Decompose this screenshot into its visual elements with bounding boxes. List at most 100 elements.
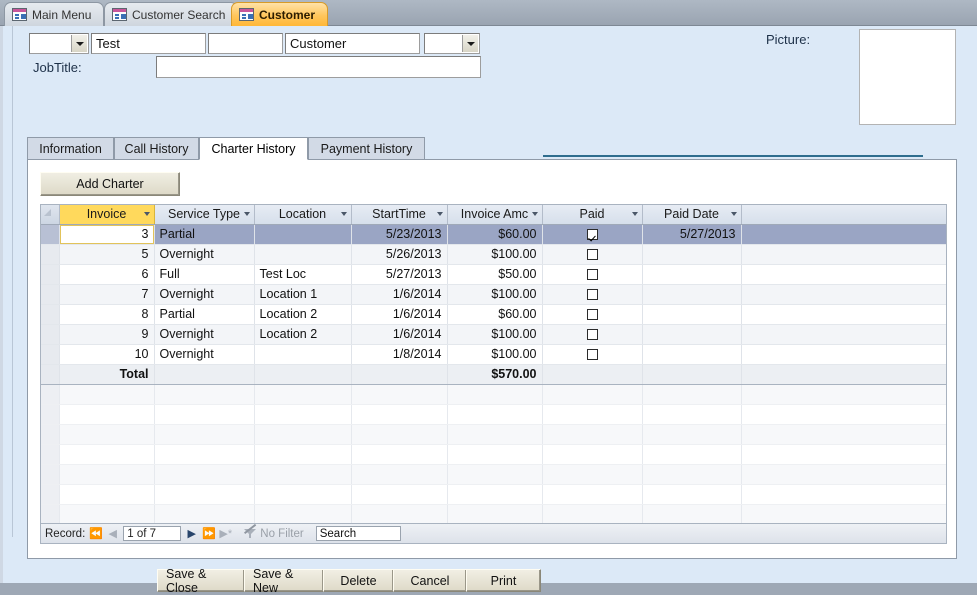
first-record-icon[interactable]: ⏪ [89, 527, 103, 540]
column-header-invoice[interactable]: Invoice [59, 205, 155, 225]
cell-location[interactable] [254, 244, 352, 265]
cell-invoice-amount[interactable]: $100.00 [447, 284, 543, 305]
cell-service-type[interactable]: Overnight [154, 244, 255, 265]
document-tab-customer[interactable]: Customer [231, 2, 329, 26]
tab-call-history[interactable]: Call History [114, 137, 199, 160]
chevron-down-icon[interactable] [730, 212, 737, 217]
cell-service-type[interactable]: Partial [154, 304, 255, 325]
row-selector[interactable] [41, 224, 60, 245]
cell-starttime[interactable]: 1/6/2014 [351, 284, 448, 305]
column-header-service-type[interactable]: Service Type [154, 205, 255, 225]
paid-checkbox[interactable] [586, 329, 598, 341]
save-and-new-button[interactable]: Save & New [244, 567, 324, 595]
cell-paid[interactable] [542, 244, 643, 265]
cell-paid-date[interactable] [642, 264, 742, 285]
cell-location[interactable]: Location 2 [254, 324, 352, 345]
cell-paid-date[interactable] [642, 324, 742, 345]
previous-record-icon[interactable]: ◀ [106, 527, 119, 540]
cell-invoice-amount[interactable]: $50.00 [447, 264, 543, 285]
cell-service-type[interactable]: Overnight [154, 324, 255, 345]
title-combo[interactable] [29, 33, 89, 54]
chevron-down-icon[interactable] [243, 212, 250, 217]
paid-checkbox[interactable] [586, 269, 598, 281]
cell-service-type[interactable]: Partial [154, 224, 255, 245]
picture-box[interactable] [859, 29, 956, 125]
cell-paid[interactable] [542, 344, 643, 365]
document-tab-customer-search[interactable]: Customer Search [104, 2, 239, 26]
column-header-paid[interactable]: Paid [542, 205, 643, 225]
paid-checkbox[interactable] [586, 229, 598, 241]
cell-invoice-amount[interactable]: $100.00 [447, 324, 543, 345]
first-name-field[interactable]: Test [91, 33, 206, 54]
cell-invoice[interactable]: 8 [59, 304, 155, 325]
row-selector[interactable] [41, 284, 60, 305]
cell-paid-date[interactable] [642, 284, 742, 305]
cell-paid-date[interactable] [642, 304, 742, 325]
cell-invoice-amount[interactable]: $100.00 [447, 244, 543, 265]
add-charter-button[interactable]: Add Charter [40, 172, 180, 196]
cell-location[interactable] [254, 344, 352, 365]
table-row[interactable]: 3 Partial 5/23/2013 $60.00 5/27/2013 [41, 224, 946, 245]
cell-starttime[interactable]: 1/6/2014 [351, 324, 448, 345]
last-record-icon[interactable]: ⏩ [202, 527, 216, 540]
cell-starttime[interactable]: 5/26/2013 [351, 244, 448, 265]
chevron-down-icon[interactable] [631, 212, 638, 217]
cell-starttime[interactable]: 5/23/2013 [351, 224, 448, 245]
paid-checkbox[interactable] [586, 249, 598, 261]
cell-starttime[interactable]: 1/6/2014 [351, 304, 448, 325]
cell-location[interactable]: Location 1 [254, 284, 352, 305]
cell-location[interactable] [254, 224, 352, 245]
cell-invoice-amount[interactable]: $60.00 [447, 304, 543, 325]
new-record-icon[interactable]: ▶* [219, 527, 232, 540]
cell-invoice[interactable]: 10 [59, 344, 155, 365]
cell-location[interactable]: Test Loc [254, 264, 352, 285]
jobtitle-field[interactable] [156, 56, 481, 78]
table-row[interactable]: 9 Overnight Location 2 1/6/2014 $100.00 [41, 324, 946, 345]
cell-paid[interactable] [542, 264, 643, 285]
column-header-paid-date[interactable]: Paid Date [642, 205, 742, 225]
chevron-down-icon[interactable] [531, 212, 538, 217]
chevron-down-icon[interactable] [462, 35, 478, 52]
cell-invoice[interactable]: 9 [59, 324, 155, 345]
row-selector[interactable] [41, 264, 60, 285]
chevron-down-icon[interactable] [71, 35, 87, 52]
row-selector[interactable] [41, 324, 60, 345]
paid-checkbox[interactable] [586, 349, 598, 361]
cell-paid-date[interactable] [642, 244, 742, 265]
row-selector[interactable] [41, 344, 60, 365]
document-tab-main-menu[interactable]: Main Menu [4, 2, 105, 26]
cell-starttime[interactable]: 1/8/2014 [351, 344, 448, 365]
cell-invoice[interactable]: 3 [59, 224, 155, 245]
column-header-starttime[interactable]: StartTime [351, 205, 448, 225]
cell-paid[interactable] [542, 224, 643, 245]
column-header-invoice-amount[interactable]: Invoice Amc [447, 205, 543, 225]
table-row[interactable]: 7 Overnight Location 1 1/6/2014 $100.00 [41, 284, 946, 305]
tab-information[interactable]: Information [27, 137, 114, 160]
tab-charter-history[interactable]: Charter History [199, 137, 308, 160]
cell-invoice[interactable]: 6 [59, 264, 155, 285]
table-row[interactable]: 6 Full Test Loc 5/27/2013 $50.00 [41, 264, 946, 285]
delete-button[interactable]: Delete [323, 569, 394, 592]
search-input[interactable]: Search [315, 526, 401, 541]
cell-service-type[interactable]: Full [154, 264, 255, 285]
cell-service-type[interactable]: Overnight [154, 284, 255, 305]
cell-invoice[interactable]: 7 [59, 284, 155, 305]
chevron-down-icon[interactable] [143, 212, 150, 217]
cancel-button[interactable]: Cancel [393, 569, 467, 592]
cell-location[interactable]: Location 2 [254, 304, 352, 325]
record-position-input[interactable]: 1 of 7 [123, 526, 182, 541]
middle-name-field[interactable] [208, 33, 283, 54]
cell-paid-date[interactable]: 5/27/2013 [642, 224, 742, 245]
tab-payment-history[interactable]: Payment History [308, 137, 425, 160]
filter-status[interactable]: No Filter [244, 523, 304, 540]
table-row[interactable]: 8 Partial Location 2 1/6/2014 $60.00 [41, 304, 946, 325]
cell-invoice-amount[interactable]: $100.00 [447, 344, 543, 365]
cell-paid[interactable] [542, 304, 643, 325]
cell-service-type[interactable]: Overnight [154, 344, 255, 365]
save-and-close-button[interactable]: Save & Close [157, 567, 245, 595]
table-row[interactable]: 10 Overnight 1/8/2014 $100.00 [41, 344, 946, 365]
cell-invoice-amount[interactable]: $60.00 [447, 224, 543, 245]
last-name-field[interactable]: Customer [285, 33, 420, 54]
suffix-combo[interactable] [424, 33, 480, 54]
row-selector[interactable] [41, 304, 60, 325]
